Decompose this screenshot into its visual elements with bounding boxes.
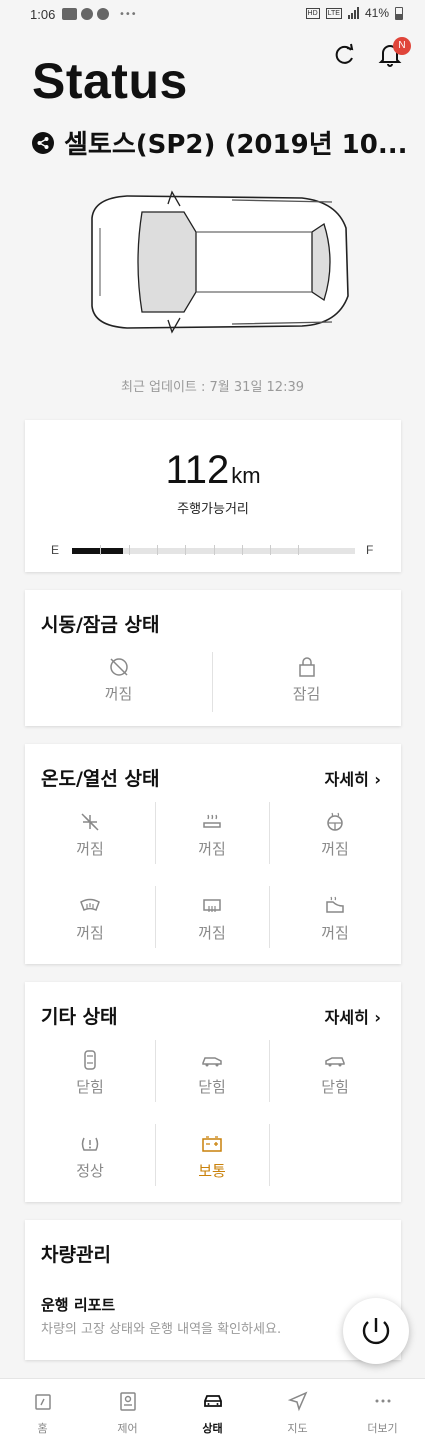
share-icon[interactable]: [32, 131, 54, 154]
battery-percent: 41%: [364, 6, 389, 20]
drive-report-description: 차량의 고장 상태와 운행 내역을 확인하세요.: [41, 1322, 282, 1337]
vehicle-care-title: 차량관리: [41, 1244, 111, 1266]
more-notifications-icon: •••: [119, 8, 137, 20]
tire-pressure-icon: [81, 1137, 99, 1151]
system-status-bar: 1:06 ••• HD LTE 41%: [0, 0, 425, 30]
battery-status-icon: [395, 6, 403, 20]
vehicle-name: 셀토스(SP2) (2019년 10...: [64, 130, 408, 160]
column-divider: [155, 1124, 156, 1186]
notifications-button[interactable]: N: [377, 37, 411, 70]
control-icon: [119, 1392, 136, 1411]
climate-status-item: 꺼짐: [155, 810, 269, 859]
fuel-gauge-tick: [241, 545, 243, 555]
ignition-lock-title: 시동/잠금 상태: [41, 614, 160, 636]
hd-voice-icon: HD: [305, 7, 320, 19]
nav-item-control[interactable]: 제어: [85, 1389, 170, 1436]
fuel-gauge-tick: [213, 545, 215, 555]
last-update-text: 최근 업데이트 : 7월 31일 12:39: [121, 380, 304, 395]
column-divider: [269, 1040, 270, 1102]
bottom-navigation: 홈 제어 상태 지도 더보기: [0, 1378, 425, 1440]
battery-icon: [202, 1136, 222, 1152]
nav-item-label: 지도: [287, 1422, 308, 1435]
climate-status-item: 꺼짐: [269, 810, 401, 859]
nav-item-car-status[interactable]: 상태: [170, 1389, 255, 1436]
car-top-view-image: [91, 190, 349, 334]
range-label: 주행가능거리: [177, 502, 249, 517]
misc-status-item: 닫힘: [25, 1048, 155, 1097]
fuel-gauge-tick: [185, 545, 187, 555]
misc-status-item: 닫힘: [269, 1048, 401, 1097]
nav-item-label: 제어: [117, 1422, 138, 1435]
nav-item-home[interactable]: 홈: [0, 1389, 85, 1436]
column-divider: [155, 1040, 156, 1102]
power-icon: [362, 1318, 390, 1345]
refresh-icon: [335, 43, 354, 64]
climate-status-item: 꺼짐: [25, 894, 155, 943]
door-icon: [84, 1050, 96, 1070]
map-icon: [287, 1391, 307, 1412]
column-divider: [269, 1124, 270, 1186]
climate-status-item: 꺼짐: [25, 810, 155, 859]
fuel-empty-label: E: [51, 543, 60, 557]
app-notification-icon: [97, 8, 109, 20]
signal-icon: [347, 7, 359, 19]
refresh-button[interactable]: [331, 40, 357, 70]
steering-wheel-heater-icon: [327, 812, 343, 831]
nav-item-label: 홈: [37, 1422, 48, 1435]
fuel-gauge-tick: [128, 545, 130, 555]
ignition-status: 꺼짐: [25, 655, 212, 704]
lock-icon: [298, 657, 315, 677]
lock-status: 잠김: [212, 655, 401, 704]
fuel-gauge-tick: [298, 545, 300, 555]
misc-status-item: 닫힘: [155, 1048, 269, 1097]
nav-item-map[interactable]: 지도: [255, 1389, 340, 1436]
misc-status-item: 보통: [155, 1132, 269, 1181]
climate-status-item: 꺼짐: [269, 894, 401, 943]
ignition-off-icon: [109, 658, 128, 676]
vehicle-selector[interactable]: 셀토스(SP2) (2019년 10...: [32, 124, 407, 161]
app-notification-icon: [81, 8, 93, 20]
column-divider: [155, 802, 156, 864]
lte-icon: LTE: [325, 7, 342, 19]
car-status-icon: [203, 1395, 222, 1407]
mirror-heater-icon: [326, 896, 344, 913]
rear-defroster-icon: [203, 899, 221, 912]
app-notification-icon: [62, 8, 77, 20]
fuel-full-label: F: [366, 543, 374, 557]
misc-status-item: 정상: [25, 1132, 155, 1181]
hood-icon: [325, 1057, 345, 1067]
column-divider: [269, 886, 270, 948]
climate-status-item: 꺼짐: [155, 894, 269, 943]
clock: 1:06: [30, 7, 56, 22]
climate-title: 온도/열선 상태: [41, 768, 160, 790]
climate-details-link[interactable]: 자세히 ›: [325, 766, 381, 790]
range-value: 112km: [165, 448, 261, 492]
fuel-gauge-fill: [72, 548, 123, 554]
trunk-icon: [202, 1057, 222, 1067]
front-defroster-icon: [80, 898, 100, 912]
column-divider: [155, 886, 156, 948]
drive-report-link[interactable]: 운행 리포트: [41, 1294, 115, 1315]
fuel-gauge-tick: [156, 545, 158, 555]
air-conditioner-off-icon: [81, 813, 99, 831]
misc-details-link[interactable]: 자세히 ›: [325, 1004, 381, 1028]
remote-start-button[interactable]: [343, 1298, 409, 1364]
page-title: Status: [32, 53, 188, 109]
more-icon: [375, 1399, 390, 1403]
fuel-gauge-tick: [270, 545, 272, 555]
nav-item-label: 상태: [202, 1422, 223, 1435]
fuel-gauge-tick: [100, 545, 102, 555]
notification-icons: •••: [62, 8, 137, 20]
seat-heater-icon: [203, 814, 221, 828]
nav-item-more[interactable]: 더보기: [340, 1389, 425, 1436]
column-divider: [269, 802, 270, 864]
notification-badge: N: [393, 37, 411, 55]
home-icon: [34, 1394, 51, 1410]
nav-item-label: 더보기: [367, 1422, 398, 1435]
misc-status-title: 기타 상태: [41, 1006, 118, 1028]
